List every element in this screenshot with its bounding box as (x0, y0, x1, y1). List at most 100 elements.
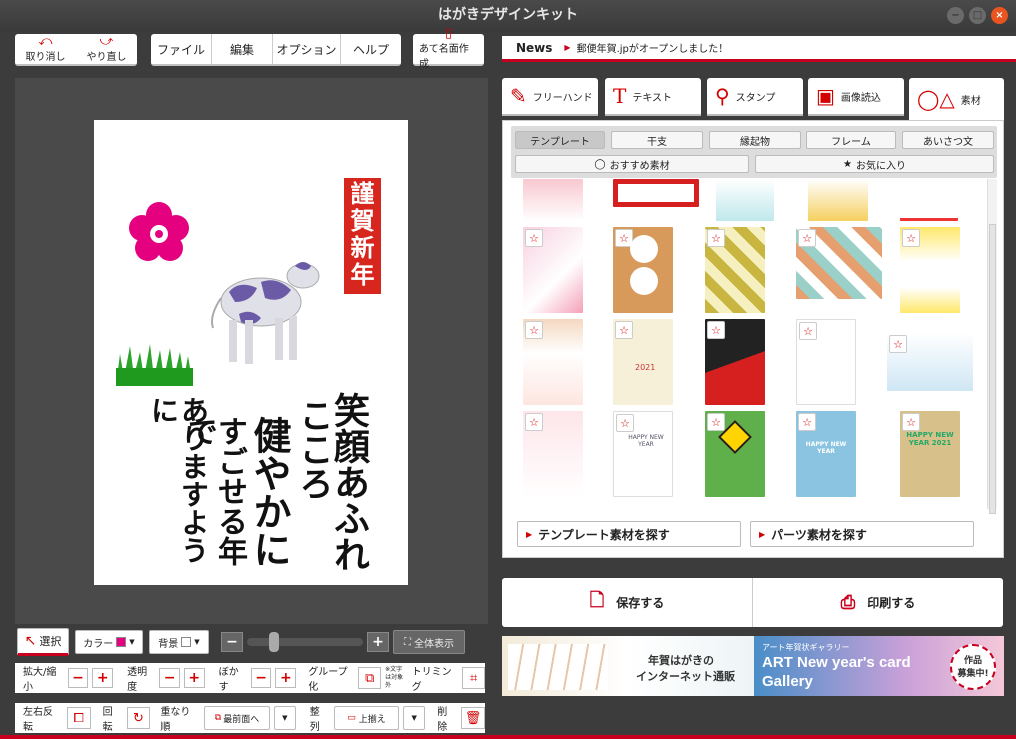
plum-blossom-icon[interactable] (127, 201, 191, 265)
blur-plus-button[interactable]: + (275, 668, 297, 688)
template-thumb[interactable] (900, 179, 958, 221)
message-line-3[interactable]: 健やかに (244, 416, 292, 568)
kinga-shinnen-stamp[interactable]: 謹賀新年 (344, 178, 381, 294)
category-frames[interactable]: フレーム (806, 131, 896, 149)
favorite-star-icon[interactable]: ☆ (707, 413, 725, 431)
template-thumb[interactable]: ☆ HAPPY NEW YEAR 2021 (900, 411, 960, 497)
favorite-star-icon[interactable]: ☆ (902, 229, 920, 247)
template-thumb[interactable]: ☆ HAPPY NEW YEAR (613, 411, 673, 497)
favorite-star-icon[interactable]: ☆ (889, 335, 907, 353)
flip-button[interactable]: ⧠ (66, 707, 91, 729)
fit-view-button[interactable]: ⛶ 全体表示 (393, 630, 465, 654)
maximize-button[interactable]: □ (969, 7, 986, 24)
template-thumb[interactable]: ☆ (705, 411, 765, 497)
template-thumb[interactable]: ☆ (705, 319, 765, 405)
favorite-star-icon[interactable]: ☆ (902, 413, 920, 431)
menu-edit[interactable]: 編集 (212, 34, 273, 64)
grass-illustration[interactable] (116, 338, 193, 386)
template-thumb[interactable]: ☆ 2021 (613, 319, 673, 405)
crop-button[interactable]: ⌗ (462, 667, 486, 689)
tab-freehand[interactable]: ✎ フリーハンド (502, 78, 598, 116)
color-picker[interactable]: カラー ▼ (75, 630, 143, 654)
favorite-star-icon[interactable]: ☆ (616, 414, 634, 432)
category-lucky-charms[interactable]: 縁起物 (709, 131, 801, 149)
order-dropdown-button[interactable]: ▼ (273, 706, 296, 730)
news-arrow-icon: ▶ (564, 43, 571, 52)
favorite-star-icon[interactable]: ☆ (615, 321, 633, 339)
opacity-plus-button[interactable]: + (183, 668, 205, 688)
tab-image-import[interactable]: ▣ 画像読込 (808, 78, 904, 116)
favorites-button[interactable]: ★ お気に入り (755, 155, 994, 173)
favorite-star-icon[interactable]: ☆ (707, 229, 725, 247)
category-templates[interactable]: テンプレート (515, 131, 605, 149)
menu-file[interactable]: ファイル (151, 34, 212, 64)
template-thumb[interactable] (716, 179, 774, 221)
template-thumb[interactable] (523, 179, 583, 221)
group-button[interactable]: ⧉ (358, 667, 382, 689)
opacity-label: 透明度 (127, 667, 148, 693)
select-tool-button[interactable]: ↖ 選択 (17, 628, 69, 656)
favorite-star-icon[interactable]: ☆ (799, 322, 817, 340)
template-thumb[interactable]: ☆ (796, 227, 882, 299)
template-thumb[interactable]: ☆ (523, 319, 583, 405)
close-button[interactable]: × (991, 7, 1008, 24)
category-greetings[interactable]: あいさつ文 (902, 131, 994, 149)
template-scrollbar[interactable] (987, 179, 997, 514)
template-thumb[interactable]: ☆ (523, 411, 583, 497)
template-thumb[interactable] (613, 179, 699, 207)
save-button[interactable]: 🗋 保存する (502, 578, 753, 627)
window-controls: − □ × (947, 7, 1008, 24)
template-thumb[interactable]: ☆ (613, 227, 673, 313)
template-thumb[interactable]: ☆ (796, 319, 856, 405)
menu-help[interactable]: ヘルプ (341, 34, 401, 64)
scale-plus-button[interactable]: + (92, 668, 114, 688)
background-picker[interactable]: 背景 ▼ (149, 630, 209, 654)
message-line-5[interactable]: ありますように (147, 396, 210, 585)
trash-icon[interactable]: 🗑 (461, 707, 485, 729)
zoom-out-button[interactable]: − (221, 632, 243, 652)
favorite-star-icon[interactable]: ☆ (798, 229, 816, 247)
align-select[interactable]: ▭ 上揃え (333, 706, 400, 730)
template-thumb[interactable] (808, 179, 868, 221)
opacity-minus-button[interactable]: − (159, 668, 180, 688)
favorite-star-icon[interactable]: ☆ (798, 413, 816, 431)
favorite-star-icon[interactable]: ☆ (525, 321, 543, 339)
zoom-slider-handle[interactable] (269, 632, 279, 652)
undo-button[interactable]: ⤺ 取り消し (15, 34, 76, 64)
template-thumb[interactable]: ☆ (705, 227, 765, 313)
redo-button[interactable]: ⤻ やり直し (76, 34, 137, 64)
zoom-in-button[interactable]: + (367, 632, 389, 652)
scrollbar-thumb[interactable] (989, 224, 996, 514)
template-thumb[interactable]: ☆ (523, 227, 583, 313)
recommended-button[interactable]: ◯ おすすめ素材 (515, 155, 749, 173)
banner-art-gallery[interactable]: アート年賀状ギャラリー ART New year's card Gallery … (754, 636, 1004, 696)
ox-illustration[interactable] (199, 252, 324, 370)
tab-text[interactable]: T テキスト (605, 78, 701, 116)
address-side-button[interactable]: ▯ あて名面作成 (413, 27, 484, 70)
find-parts-button[interactable]: ▶ パーツ素材を探す (750, 521, 974, 547)
rotate-button[interactable]: ↻ (126, 707, 151, 729)
order-select[interactable]: ⧉ 最前面へ (204, 706, 270, 730)
favorite-star-icon[interactable]: ☆ (525, 229, 543, 247)
category-eto[interactable]: 干支 (611, 131, 703, 149)
banner-online-shop[interactable]: 年賀はがきの インターネット通販 (502, 636, 754, 696)
template-thumb[interactable]: ☆ HAPPY NEW YEAR (796, 411, 856, 497)
message-line-2[interactable]: こころ (290, 398, 333, 500)
align-dropdown-button[interactable]: ▼ (403, 706, 426, 730)
print-button[interactable]: ⎙ 印刷する (753, 578, 1003, 627)
postcard-canvas[interactable]: 謹賀新年 笑顔あふれ こころ 健やかに すごせる年で ありますように (94, 120, 408, 585)
minimize-button[interactable]: − (947, 7, 964, 24)
message-line-4[interactable]: すごせる年で (182, 416, 247, 585)
scale-minus-button[interactable]: − (67, 668, 89, 688)
news-link[interactable]: 郵便年賀.jpがオープンしました！ (577, 40, 729, 55)
favorite-star-icon[interactable]: ☆ (525, 413, 543, 431)
favorite-star-icon[interactable]: ☆ (707, 321, 725, 339)
menu-options[interactable]: オプション (273, 34, 341, 64)
template-thumb[interactable]: ☆ (887, 333, 973, 391)
tab-materials[interactable]: ◯△ 素材 (909, 78, 1004, 120)
zoom-slider[interactable] (247, 632, 363, 652)
blur-minus-button[interactable]: − (250, 668, 272, 688)
find-templates-button[interactable]: ▶ テンプレート素材を探す (517, 521, 741, 547)
template-thumb[interactable]: ☆ (900, 227, 960, 313)
tab-stamp[interactable]: ⚲ スタンプ (707, 78, 803, 116)
